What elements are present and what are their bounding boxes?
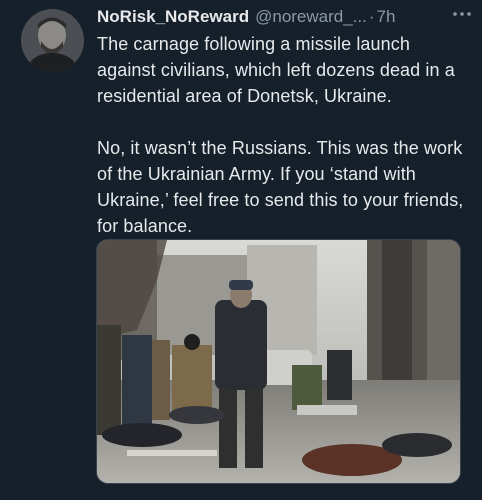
tweet-photo[interactable] <box>96 239 461 484</box>
separator-dot: · <box>368 7 375 26</box>
display-name[interactable]: NoRisk_NoReward <box>97 4 249 30</box>
tweet-paragraph-2: No, it wasn’t the Russians. This was the… <box>97 138 464 236</box>
timestamp[interactable]: 7h <box>377 4 396 30</box>
tweet-header: NoRisk_NoReward @noreward_... · 7h <box>97 4 468 30</box>
tweet-text: The carnage following a missile launch a… <box>97 31 468 239</box>
street-scene-photo <box>97 240 460 483</box>
user-handle[interactable]: @noreward_... <box>255 4 367 30</box>
avatar-image <box>21 9 84 72</box>
tweet-paragraph-1: The carnage following a missile launch a… <box>97 34 455 106</box>
tweet[interactable]: NoRisk_NoReward @noreward_... · 7h The c… <box>0 0 482 500</box>
avatar[interactable] <box>21 9 84 72</box>
tweet-content: NoRisk_NoReward @noreward_... · 7h The c… <box>97 4 468 239</box>
more-horizontal-icon[interactable] <box>450 4 474 24</box>
